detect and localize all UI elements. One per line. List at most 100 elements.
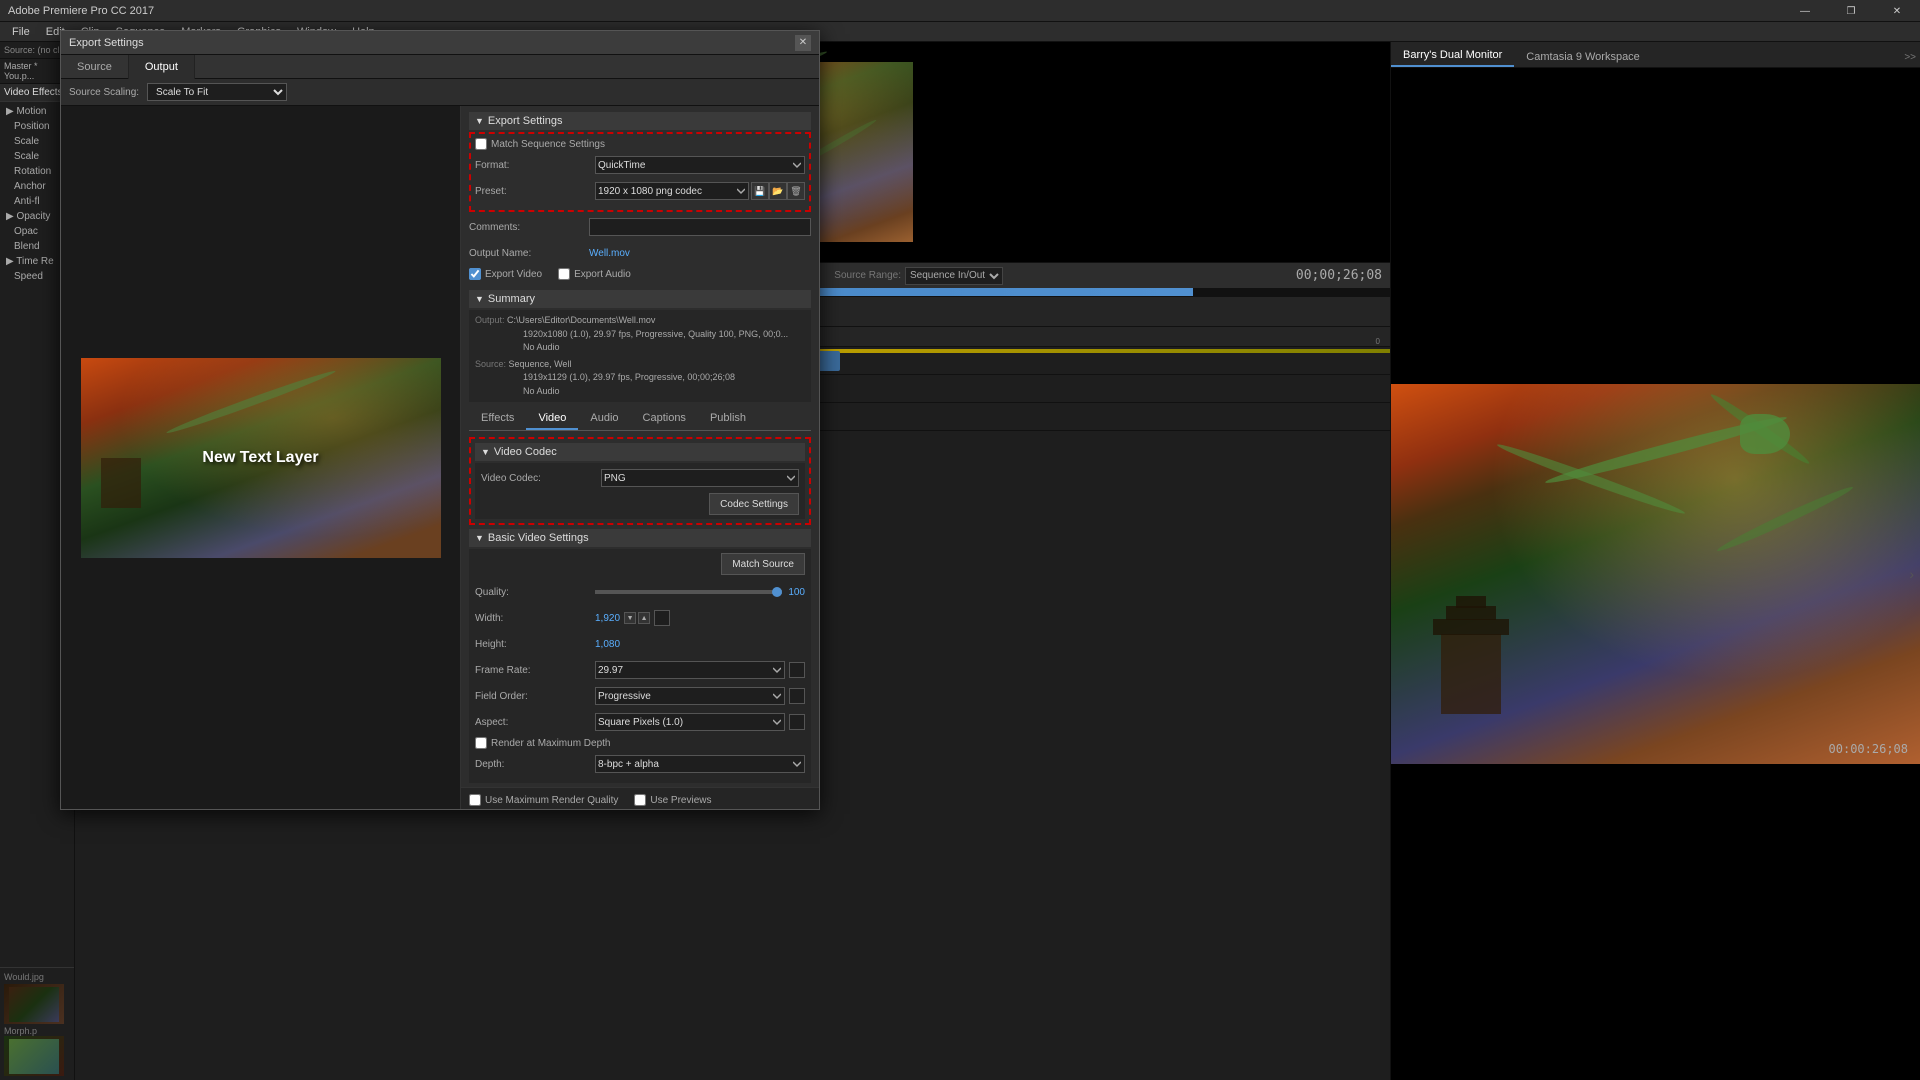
tab-effects[interactable]: Effects [469,408,526,430]
framerate-label: Frame Rate: [475,665,595,676]
dialog-close-btn[interactable]: ✕ [795,35,811,51]
ruler-7: 0 [1376,337,1380,346]
comments-input[interactable] [589,218,811,236]
use-max-render-row: Use Maximum Render Quality [469,794,618,806]
tab-publish[interactable]: Publish [698,408,758,430]
bottom-row1: Use Maximum Render Quality Use Previews [469,794,811,809]
codec-select[interactable]: PNG [601,469,799,487]
summary-section: ▼ Summary Output: C:\Users\Editor\Docume… [461,290,819,408]
quality-row: Quality: 100 [475,581,805,603]
window-controls: — ❐ ✕ [1782,0,1920,22]
preset-select[interactable]: 1920 x 1080 png codec [595,182,749,200]
format-select[interactable]: QuickTime [595,156,805,174]
minimize-button[interactable]: — [1782,0,1828,22]
would-thumbnail[interactable] [4,984,64,1024]
dialog-preview-panel: New Text Layer [61,106,461,809]
basic-video-header[interactable]: ▼ Basic Video Settings [469,529,811,547]
right-preview-area: New Text Layer 00:00:26;08 › [1391,68,1920,1080]
match-sequence-checkbox[interactable] [475,138,487,150]
video-codec-title: Video Codec [494,446,557,458]
dialog-pagoda [101,458,141,508]
right-panel: Barry's Dual Monitor Camtasia 9 Workspac… [1390,42,1920,1080]
depth-select[interactable]: 8-bpc + alpha [595,755,805,773]
video-codec-outer: ▼ Video Codec Video Codec: PNG [461,437,819,529]
morph-img [9,1039,59,1074]
tab-video[interactable]: Video [526,408,578,430]
video-codec-content: Video Codec: PNG Codec Settings [475,463,805,519]
summary-output-specs: 1920x1080 (1.0), 29.97 fps, Progressive,… [475,328,805,342]
format-label: Format: [475,160,595,171]
comments-row: Comments: [469,216,811,238]
title-bar: Adobe Premiere Pro CC 2017 — ❐ ✕ [0,0,1920,22]
project-thumbnails: Would.jpg Morph.p [0,967,74,1080]
summary-content: Output: C:\Users\Editor\Documents\Well.m… [469,310,811,402]
width-value: 1,920 [595,613,620,624]
export-video-checkbox[interactable] [469,268,481,280]
summary-output-label: Output: [475,315,505,325]
export-settings-header[interactable]: ▼ Export Settings [469,112,811,130]
maximize-button[interactable]: ❐ [1828,0,1874,22]
codec-settings-btn[interactable]: Codec Settings [709,493,799,515]
quality-value: 100 [788,587,805,598]
output-name-label: Output Name: [469,248,589,259]
dialog-preview-text: New Text Layer [202,449,318,467]
summary-header[interactable]: ▼ Summary [469,290,811,308]
video-codec-header[interactable]: ▼ Video Codec [475,443,805,461]
summary-arrow: ▼ [475,294,484,304]
match-source-row: Match Source [475,553,805,575]
source-scaling-select[interactable]: Scale To Fit [147,83,287,101]
timecode-right: 00;00;26;08 [1296,268,1382,283]
aspect-select[interactable]: Square Pixels (1.0) [595,713,785,731]
framerate-select[interactable]: 29.97 [595,661,785,679]
preset-delete-btn[interactable]: 🗑 [787,182,805,200]
framerate-link[interactable] [789,662,805,678]
codec-arrow: ▼ [481,447,490,457]
dialog-title: Export Settings [69,37,144,49]
use-previews-checkbox[interactable] [634,794,646,806]
source-range-select[interactable]: Sequence In/Out [905,267,1003,285]
format-row: Format: QuickTime [475,154,805,176]
export-settings-section: ▼ Export Settings Match Sequence Setting… [461,106,819,290]
use-previews-label: Use Previews [650,795,711,806]
morph-thumbnail[interactable] [4,1036,64,1076]
preset-save-btn[interactable]: 💾 [751,182,769,200]
aspect-row: Aspect: Square Pixels (1.0) [475,711,805,733]
height-label: Height: [475,639,595,650]
match-source-btn[interactable]: Match Source [721,553,805,575]
dialog-tab-output[interactable]: Output [129,55,195,79]
render-max-checkbox[interactable] [475,737,487,749]
quality-slider[interactable] [595,590,782,594]
tab-captions[interactable]: Captions [631,408,698,430]
morph-label: Morph.p [4,1026,70,1036]
tab-dual-monitor[interactable]: Barry's Dual Monitor [1391,45,1514,67]
close-button[interactable]: ✕ [1874,0,1920,22]
source-range-row: Source Range: Sequence In/Out [834,267,1003,285]
app-title: Adobe Premiere Pro CC 2017 [8,5,154,17]
right-roof2 [1446,606,1496,620]
export-settings-dialog[interactable]: Export Settings ✕ Source Output Source S… [60,30,820,810]
output-name-value[interactable]: Well.mov [589,248,630,259]
fieldorder-select[interactable]: Progressive [595,687,785,705]
right-tabs: Barry's Dual Monitor Camtasia 9 Workspac… [1391,42,1920,68]
right-scroll-arrow[interactable]: › [1909,566,1914,582]
more-tabs-btn[interactable]: >> [1900,48,1920,67]
dialog-tab-source[interactable]: Source [61,55,129,79]
menu-file[interactable]: File [4,22,38,42]
preset-import-btn[interactable]: 📂 [769,182,787,200]
dialog-tabs: Source Output [61,55,819,79]
use-previews-row: Use Previews [634,794,711,806]
tab-camtasia[interactable]: Camtasia 9 Workspace [1514,47,1652,67]
fieldorder-link[interactable] [789,688,805,704]
width-decrease[interactable]: ▼ [624,612,636,624]
summary-source-audio: No Audio [475,385,805,399]
use-max-render-checkbox[interactable] [469,794,481,806]
source-scaling-row: Source Scaling: Scale To Fit [61,79,819,106]
basic-video-content: Match Source Quality: 100 Width: 1,920 [469,549,811,783]
aspect-link[interactable] [789,714,805,730]
width-increase[interactable]: ▲ [638,612,650,624]
link-ratio-btn[interactable] [654,610,670,626]
export-audio-checkbox[interactable] [558,268,570,280]
video-codec-highlight: ▼ Video Codec Video Codec: PNG [469,437,811,525]
tab-audio[interactable]: Audio [578,408,630,430]
source-scaling-label: Source Scaling: [69,87,139,98]
